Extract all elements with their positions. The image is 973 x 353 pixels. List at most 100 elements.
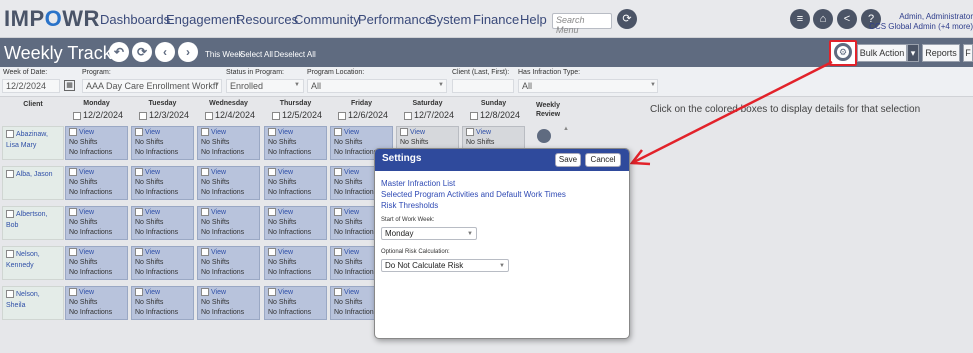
cell-checkbox[interactable]: [135, 288, 143, 297]
scroll-up-icon[interactable]: ▲: [563, 126, 569, 132]
program-select[interactable]: AAA Day Care Enrollment Workfl: [82, 79, 222, 93]
cell-checkbox[interactable]: [334, 128, 342, 137]
chevron-down-icon[interactable]: ▾: [907, 44, 919, 62]
day-date-monday[interactable]: 12/2/2024: [73, 110, 123, 120]
day-cell[interactable]: View No Shifts No Infractions: [131, 246, 194, 280]
day-cell[interactable]: View No Shifts No Infractions: [264, 126, 327, 160]
share-icon[interactable]: <: [837, 9, 857, 29]
cell-checkbox[interactable]: [69, 168, 77, 177]
cell-checkbox[interactable]: [466, 128, 474, 137]
nav-performance[interactable]: Performance: [358, 12, 432, 27]
nav-system[interactable]: System: [428, 12, 471, 27]
day-cell[interactable]: View No Shifts No Infractions: [197, 126, 260, 160]
view-link[interactable]: View: [79, 249, 94, 256]
start-of-week-select[interactable]: Monday ▼: [381, 227, 477, 240]
day-checkbox[interactable]: [73, 111, 81, 120]
day-cell[interactable]: View No Shifts No Infractions: [264, 246, 327, 280]
cell-checkbox[interactable]: [201, 128, 209, 137]
cell-checkbox[interactable]: [400, 128, 408, 137]
view-link[interactable]: View: [278, 129, 293, 136]
day-cell[interactable]: View No Shifts No Infractions: [197, 246, 260, 280]
view-link[interactable]: View: [476, 129, 491, 136]
view-link[interactable]: View: [79, 129, 94, 136]
user-account[interactable]: Admin, Administrator CCS Global Admin (+4…: [860, 12, 973, 32]
day-cell[interactable]: View No Shifts No Infractions: [65, 286, 128, 320]
bulk-action-button[interactable]: Bulk Action: [857, 44, 907, 62]
day-cell[interactable]: View No Shifts No Infractions: [65, 166, 128, 200]
view-link[interactable]: View: [145, 209, 160, 216]
client-checkbox[interactable]: [6, 290, 14, 299]
cell-checkbox[interactable]: [135, 208, 143, 217]
nav-engagement[interactable]: Engagement: [166, 12, 240, 27]
view-link[interactable]: View: [211, 249, 226, 256]
search-menu-input[interactable]: Search Menu: [552, 13, 612, 35]
day-cell[interactable]: View No Shifts No Infractions: [197, 206, 260, 240]
refresh-icon[interactable]: ⟳: [617, 9, 637, 29]
view-link[interactable]: View: [211, 129, 226, 136]
sync-icon[interactable]: ⟳: [132, 42, 152, 62]
view-link[interactable]: View: [79, 209, 94, 216]
day-checkbox[interactable]: [338, 111, 346, 120]
cell-checkbox[interactable]: [69, 288, 77, 297]
view-link[interactable]: View: [344, 289, 359, 296]
day-date-thursday[interactable]: 12/5/2024: [272, 110, 322, 120]
day-cell[interactable]: View No Shifts No Infractions: [264, 286, 327, 320]
view-link[interactable]: View: [145, 129, 160, 136]
view-link[interactable]: View: [344, 169, 359, 176]
client-cell[interactable]: Abazinaw, Lisa Mary: [2, 126, 64, 160]
master-infraction-list-link[interactable]: Master Infraction List: [381, 179, 455, 188]
nav-finance[interactable]: Finance: [473, 12, 519, 27]
cell-checkbox[interactable]: [268, 208, 276, 217]
day-cell[interactable]: View No Shifts No Infractions: [197, 166, 260, 200]
day-cell[interactable]: View No Shifts No Infractions: [65, 246, 128, 280]
client-name-2[interactable]: Lisa Mary: [6, 142, 36, 149]
reports-button[interactable]: Reports: [922, 44, 960, 62]
client-checkbox[interactable]: [6, 210, 14, 219]
view-link[interactable]: View: [145, 249, 160, 256]
view-link[interactable]: View: [79, 289, 94, 296]
cell-checkbox[interactable]: [135, 248, 143, 257]
day-cell[interactable]: View No Shifts No Infractions: [264, 166, 327, 200]
cell-checkbox[interactable]: [334, 168, 342, 177]
view-link[interactable]: View: [145, 169, 160, 176]
program-activities-link[interactable]: Selected Program Activities and Default …: [381, 190, 566, 199]
cancel-button[interactable]: Cancel: [585, 153, 621, 167]
view-link[interactable]: View: [145, 289, 160, 296]
view-link[interactable]: View: [211, 209, 226, 216]
cell-checkbox[interactable]: [135, 128, 143, 137]
day-cell[interactable]: View No Shifts No Infractions: [131, 206, 194, 240]
day-date-tuesday[interactable]: 12/3/2024: [139, 110, 189, 120]
view-link[interactable]: View: [344, 209, 359, 216]
view-link[interactable]: View: [278, 209, 293, 216]
client-cell[interactable]: Nelson, Sheila: [2, 286, 64, 320]
day-date-sunday[interactable]: 12/8/2024: [470, 110, 520, 120]
nav-dashboards[interactable]: Dashboards: [100, 12, 170, 27]
week-of-date-input[interactable]: 12/2/2024: [2, 79, 60, 93]
client-cell[interactable]: Nelson, Kennedy: [2, 246, 64, 280]
more-button[interactable]: F: [963, 44, 973, 62]
cell-checkbox[interactable]: [69, 208, 77, 217]
client-name[interactable]: Abazinaw,: [16, 131, 48, 138]
client-checkbox[interactable]: [6, 130, 14, 139]
day-checkbox[interactable]: [139, 111, 147, 120]
this-week-link[interactable]: This Week: [205, 50, 243, 59]
client-name[interactable]: Alba, Jason: [16, 171, 53, 178]
calendar-icon[interactable]: ▦: [64, 80, 75, 91]
view-link[interactable]: View: [79, 169, 94, 176]
review-document-icon[interactable]: [537, 129, 551, 143]
impowr-logo[interactable]: IMPOWR: [4, 6, 100, 32]
cell-checkbox[interactable]: [201, 288, 209, 297]
undo-icon[interactable]: ↶: [109, 42, 129, 62]
client-cell[interactable]: Alba, Jason: [2, 166, 64, 200]
view-link[interactable]: View: [344, 129, 359, 136]
nav-community[interactable]: Community: [294, 12, 360, 27]
status-select[interactable]: Enrolled: [226, 79, 304, 93]
cell-checkbox[interactable]: [334, 248, 342, 257]
day-checkbox[interactable]: [470, 111, 478, 120]
day-cell[interactable]: View No Shifts No Infractions: [65, 126, 128, 160]
view-link[interactable]: View: [211, 289, 226, 296]
day-checkbox[interactable]: [404, 111, 412, 120]
risk-calc-select[interactable]: Do Not Calculate Risk ▼: [381, 259, 509, 272]
client-checkbox[interactable]: [6, 170, 14, 179]
cell-checkbox[interactable]: [268, 248, 276, 257]
